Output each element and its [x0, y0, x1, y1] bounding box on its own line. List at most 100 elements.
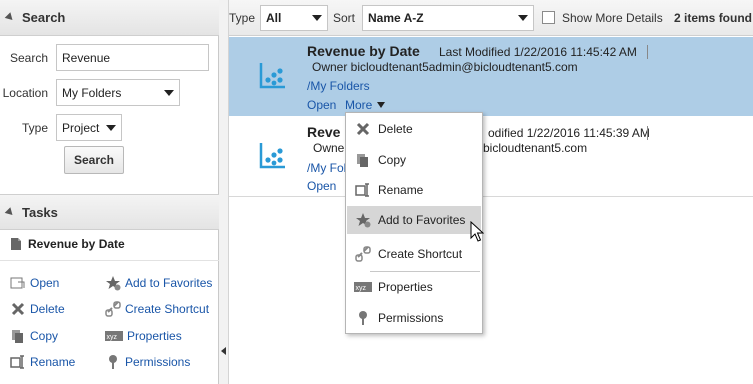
result-open-link[interactable]: Open	[307, 98, 336, 112]
menu-item-permissions-label: Permissions	[378, 311, 444, 325]
menu-item-add-to-favorites[interactable]: Add to Favorites	[347, 206, 481, 234]
left-panel: Search Search Revenue Location My Folder…	[0, 0, 219, 384]
menu-item-properties[interactable]: xyz Properties	[347, 273, 481, 301]
task-rename[interactable]: Rename	[10, 354, 75, 370]
sort-label: Sort	[333, 11, 356, 25]
menu-item-rename[interactable]: Rename	[347, 176, 481, 204]
task-properties[interactable]: xyz Properties	[105, 328, 182, 344]
delete-x-icon	[10, 301, 26, 317]
type-row: Type Project	[0, 114, 122, 141]
selected-item-title: Revenue by Date	[10, 237, 125, 251]
task-create-shortcut-label: Create Shortcut	[125, 302, 210, 316]
search-input[interactable]: Revenue	[56, 44, 209, 71]
menu-item-permissions[interactable]: Permissions	[347, 304, 481, 332]
location-value: My Folders	[62, 85, 122, 100]
properties-xyz-icon: xyz	[105, 328, 123, 344]
search-panel-header[interactable]: Search	[0, 0, 219, 36]
menu-item-create-shortcut[interactable]: Create Shortcut	[347, 240, 481, 268]
menu-item-copy-label: Copy	[378, 153, 407, 167]
divider	[0, 260, 219, 261]
result-owner-prefix: Owner	[313, 141, 349, 155]
result-row[interactable]: Revenue by Date Last Modified 1/22/2016 …	[229, 37, 753, 116]
location-select[interactable]: My Folders	[56, 79, 180, 106]
menu-item-rename-label: Rename	[378, 183, 424, 197]
task-delete-label: Delete	[30, 302, 65, 316]
task-permissions-label: Permissions	[125, 355, 191, 369]
type-filter-label: Type	[229, 11, 256, 25]
collapse-triangle-icon[interactable]	[4, 12, 16, 23]
chevron-down-icon[interactable]	[377, 102, 385, 108]
menu-item-delete[interactable]: Delete	[347, 115, 481, 143]
delete-x-icon	[354, 120, 372, 138]
menu-item-properties-label: Properties	[378, 280, 433, 294]
task-permissions[interactable]: Permissions	[105, 354, 190, 370]
analysis-project-icon	[259, 63, 285, 89]
rename-icon	[10, 354, 26, 370]
task-properties-label: Properties	[127, 329, 182, 343]
menu-item-copy[interactable]: Copy	[347, 146, 481, 174]
search-label: Search	[9, 50, 48, 65]
chevron-down-icon	[518, 15, 528, 21]
task-create-shortcut[interactable]: Create Shortcut	[105, 301, 209, 317]
result-more-link[interactable]: More	[345, 98, 372, 112]
open-icon	[10, 275, 26, 291]
link-icon	[105, 301, 121, 317]
star-plus-icon	[354, 211, 372, 229]
collapse-triangle-icon[interactable]	[4, 206, 16, 218]
type-filter-select[interactable]: All	[260, 5, 328, 31]
svg-text:xyz: xyz	[356, 285, 367, 292]
task-open-label: Open	[30, 276, 60, 290]
collapse-left-arrow-icon[interactable]	[221, 347, 226, 355]
result-modified: odified 1/22/2016 11:45:39 AM	[488, 126, 650, 140]
type-filter-value: All	[266, 11, 282, 25]
search-button[interactable]: Search	[64, 146, 124, 174]
result-folder-link[interactable]: /My Folders	[307, 79, 370, 93]
sort-select[interactable]: Name A-Z	[362, 5, 534, 31]
search-input-value: Revenue	[62, 50, 111, 65]
result-name[interactable]: Reve	[307, 124, 340, 140]
results-toolbar: Type All Sort Name A-Z Show More Details…	[229, 0, 753, 36]
task-add-to-favorites[interactable]: Add to Favorites	[105, 275, 212, 291]
result-owner-suffix: bicloudtenant5.com	[483, 141, 588, 155]
type-select[interactable]: Project	[56, 114, 122, 141]
tasks-panel-title: Tasks	[22, 204, 58, 220]
show-more-details-checkbox[interactable]	[542, 11, 555, 24]
result-row[interactable]: Reve odified 1/22/2016 11:45:39 AM Owner…	[229, 117, 753, 197]
task-add-to-favorites-label: Add to Favorites	[125, 276, 213, 290]
task-rename-label: Rename	[30, 355, 76, 369]
result-name[interactable]: Revenue by Date	[307, 43, 420, 59]
location-row: Location My Folders	[0, 79, 180, 106]
sort-value: Name A-Z	[368, 11, 424, 25]
key-icon	[105, 354, 121, 370]
panel-splitter[interactable]	[219, 0, 229, 384]
type-value: Project	[62, 120, 100, 135]
chevron-down-icon	[312, 15, 322, 21]
copy-icon	[10, 328, 26, 344]
task-open[interactable]: Open	[10, 275, 59, 291]
separator	[647, 45, 648, 59]
task-copy-label: Copy	[30, 329, 59, 343]
properties-xyz-icon: xyz	[354, 278, 372, 296]
svg-text:xyz: xyz	[107, 334, 118, 341]
search-row: Search Revenue	[0, 44, 209, 71]
rename-icon	[354, 181, 372, 199]
result-open-link[interactable]: Open	[307, 179, 336, 193]
result-modified: Last Modified 1/22/2016 11:45:42 AM	[439, 45, 637, 59]
menu-item-add-to-favorites-label: Add to Favorites	[378, 213, 466, 227]
type-label: Type	[21, 120, 48, 135]
more-dropdown-menu: Delete Copy Rename Add to Favorites Crea…	[345, 112, 483, 334]
task-delete[interactable]: Delete	[10, 301, 65, 317]
key-icon	[354, 309, 372, 327]
tasks-panel-header[interactable]: Tasks	[0, 194, 219, 230]
location-label: Location	[2, 85, 48, 100]
selected-item-name: Revenue by Date	[28, 237, 125, 251]
document-icon	[11, 238, 21, 250]
show-more-details-label[interactable]: Show More Details	[562, 11, 663, 25]
analysis-project-icon	[259, 143, 285, 169]
mouse-cursor-icon	[470, 221, 484, 242]
chevron-down-icon	[106, 124, 116, 131]
separator	[647, 126, 648, 140]
menu-item-delete-label: Delete	[378, 122, 413, 136]
star-plus-icon	[105, 275, 121, 291]
task-copy[interactable]: Copy	[10, 328, 58, 344]
